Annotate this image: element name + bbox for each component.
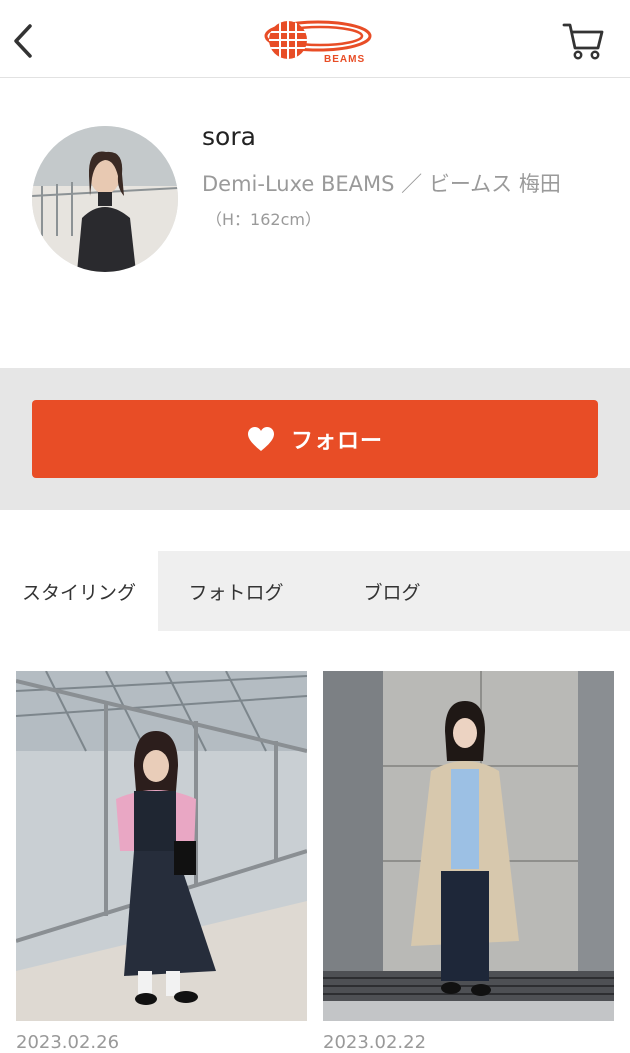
tab-blog[interactable]: ブログ xyxy=(314,551,470,631)
staff-profile: sora Demi-Luxe BEAMS ／ ビームス 梅田 （H：162cm） xyxy=(0,78,630,368)
beams-logo[interactable]: BEAMS xyxy=(258,14,374,66)
follow-section: フォロー xyxy=(0,368,630,510)
cart-icon xyxy=(562,23,604,60)
avatar xyxy=(32,126,178,272)
cart-button[interactable] xyxy=(560,20,606,62)
chevron-left-icon xyxy=(14,24,32,58)
logo-text: BEAMS xyxy=(324,54,365,65)
follow-button[interactable]: フォロー xyxy=(32,400,598,478)
app-header: BEAMS xyxy=(0,0,630,78)
tab-styling[interactable]: スタイリング xyxy=(0,551,158,631)
styling-post-image[interactable] xyxy=(323,671,614,1021)
tab-photolog[interactable]: フォトログ xyxy=(158,551,314,631)
globe-logo-icon: BEAMS xyxy=(264,20,372,65)
post-date: 2023.02.26 xyxy=(16,1032,120,1053)
content-tabs: スタイリング フォトログ ブログ xyxy=(0,551,630,631)
staff-height: （H：162cm） xyxy=(206,210,321,229)
follow-label: フォロー xyxy=(290,428,383,453)
staff-name: sora xyxy=(202,122,256,151)
shop-name[interactable]: Demi-Luxe BEAMS ／ ビームス 梅田 xyxy=(202,168,561,198)
styling-post-image[interactable] xyxy=(16,671,307,1021)
back-button[interactable] xyxy=(8,20,44,60)
post-date: 2023.02.22 xyxy=(323,1032,427,1053)
heart-icon xyxy=(247,427,274,451)
